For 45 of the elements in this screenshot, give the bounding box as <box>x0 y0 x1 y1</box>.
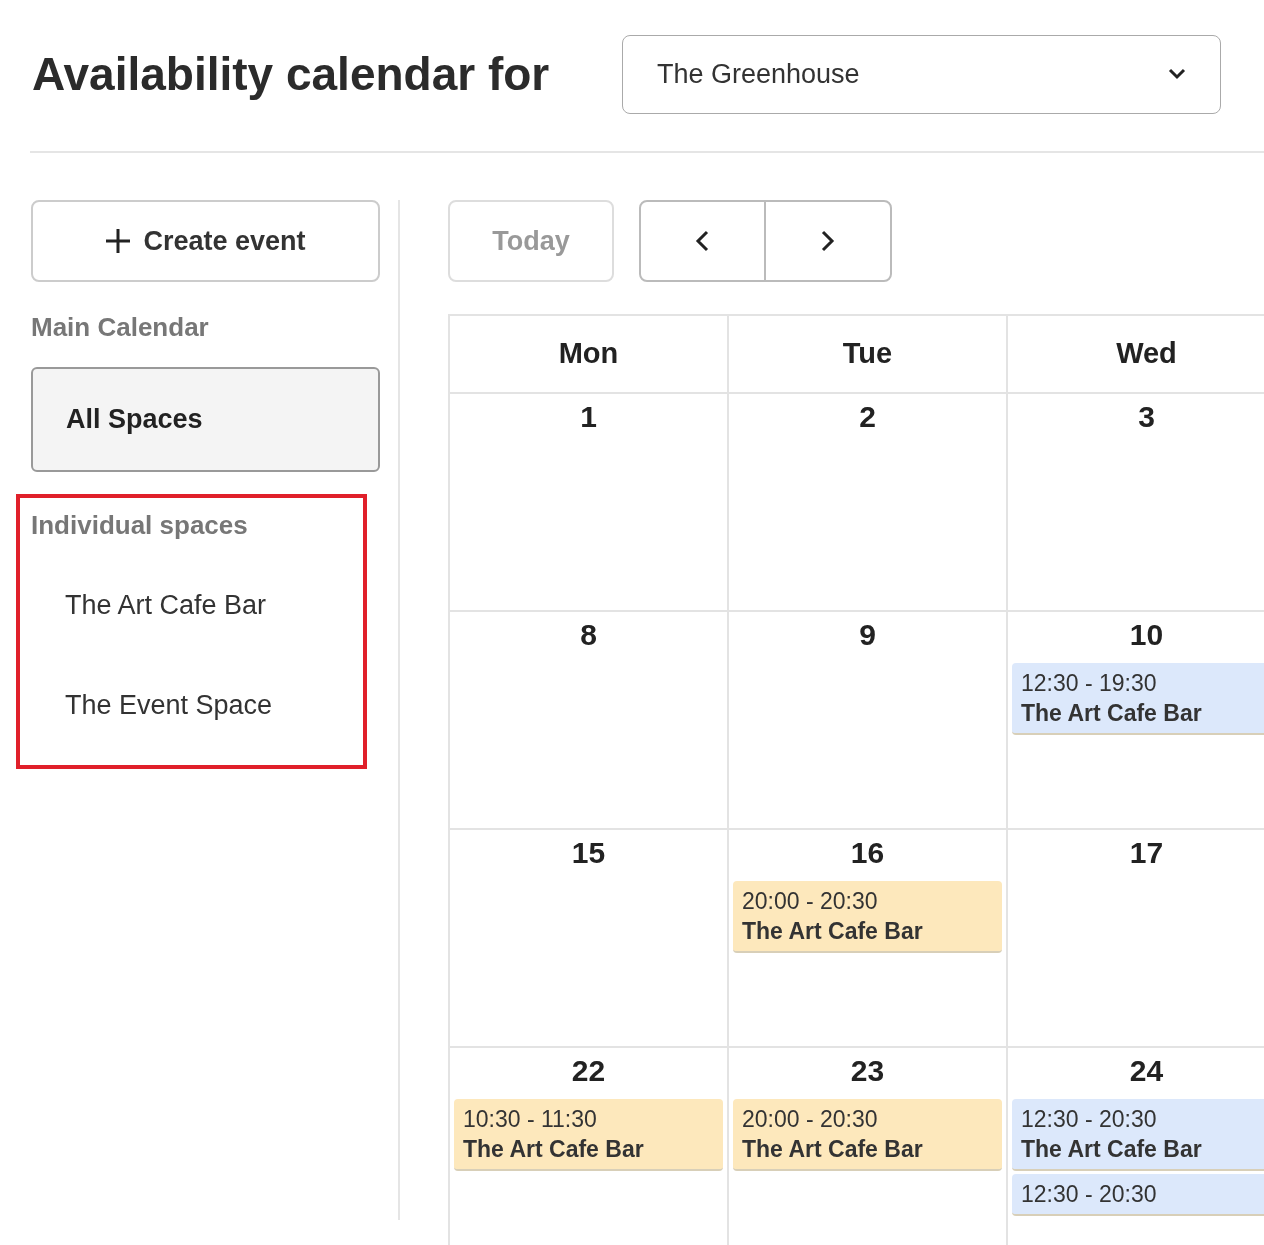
day-number: 8 <box>580 620 597 650</box>
event-space: The Art Cafe Bar <box>1021 699 1203 728</box>
event-time: 12:30 - 19:30 <box>1021 669 1158 698</box>
day-number: 9 <box>859 620 876 650</box>
day-number: 2 <box>859 402 876 432</box>
event-time: 10:30 - 11:30 <box>463 1105 598 1134</box>
space-item[interactable]: The Event Space <box>31 675 351 735</box>
section-heading: Individual spaces <box>31 509 249 542</box>
day-number: 3 <box>1138 402 1155 432</box>
event-time: 12:30 - 20:30 <box>1021 1180 1158 1209</box>
day-number: 15 <box>571 838 606 868</box>
day-number: 23 <box>850 1056 885 1086</box>
calendar-event[interactable]: 12:30 - 20:30 <box>1012 1174 1264 1216</box>
calendar-event[interactable]: 20:00 - 20:30 The Art Cafe Bar <box>733 1099 1002 1171</box>
page-title: Availability calendar for <box>32 46 551 102</box>
create-event-button[interactable]: Create event <box>31 200 380 282</box>
event-time: 12:30 - 20:30 <box>1021 1105 1158 1134</box>
event-space: The Art Cafe Bar <box>1021 1135 1203 1164</box>
event-space: The Art Cafe Bar <box>742 917 924 946</box>
calendar-item[interactable]: All Spaces <box>31 367 380 472</box>
day-number: 10 <box>1129 620 1164 650</box>
day-number: 16 <box>850 838 885 868</box>
calendar-event[interactable]: 10:30 - 11:30 The Art Cafe Bar <box>454 1099 723 1171</box>
column-header: Mon <box>450 316 729 394</box>
section-heading: Main Calendar <box>31 311 210 344</box>
event-space: The Art Cafe Bar <box>742 1135 924 1164</box>
day-number: 24 <box>1129 1056 1164 1086</box>
calendar-event[interactable]: 12:30 - 20:30 The Art Cafe Bar <box>1012 1099 1264 1171</box>
column-header: Tue <box>729 316 1008 394</box>
event-time: 20:00 - 20:30 <box>742 887 879 916</box>
column-header: Wed <box>1008 316 1264 394</box>
day-number: 22 <box>571 1056 606 1086</box>
chevron-left-icon <box>695 230 710 252</box>
calendar-event[interactable]: 12:30 - 19:30 The Art Cafe Bar <box>1012 663 1264 735</box>
event-space: The Art Cafe Bar <box>463 1135 645 1164</box>
chevron-right-icon <box>820 230 835 252</box>
chevron-down-icon <box>1168 68 1186 80</box>
venue-dropdown[interactable]: The Greenhouse <box>622 34 1221 114</box>
calendar-event[interactable]: 20:00 - 20:30 The Art Cafe Bar <box>733 881 1002 953</box>
space-item[interactable]: The Art Cafe Bar <box>31 575 351 635</box>
event-time: 20:00 - 20:30 <box>742 1105 879 1134</box>
dropdown-value: The Greenhouse <box>657 57 860 91</box>
day-number: 17 <box>1129 838 1164 868</box>
plus-icon <box>105 228 132 254</box>
day-number: 1 <box>580 402 597 432</box>
